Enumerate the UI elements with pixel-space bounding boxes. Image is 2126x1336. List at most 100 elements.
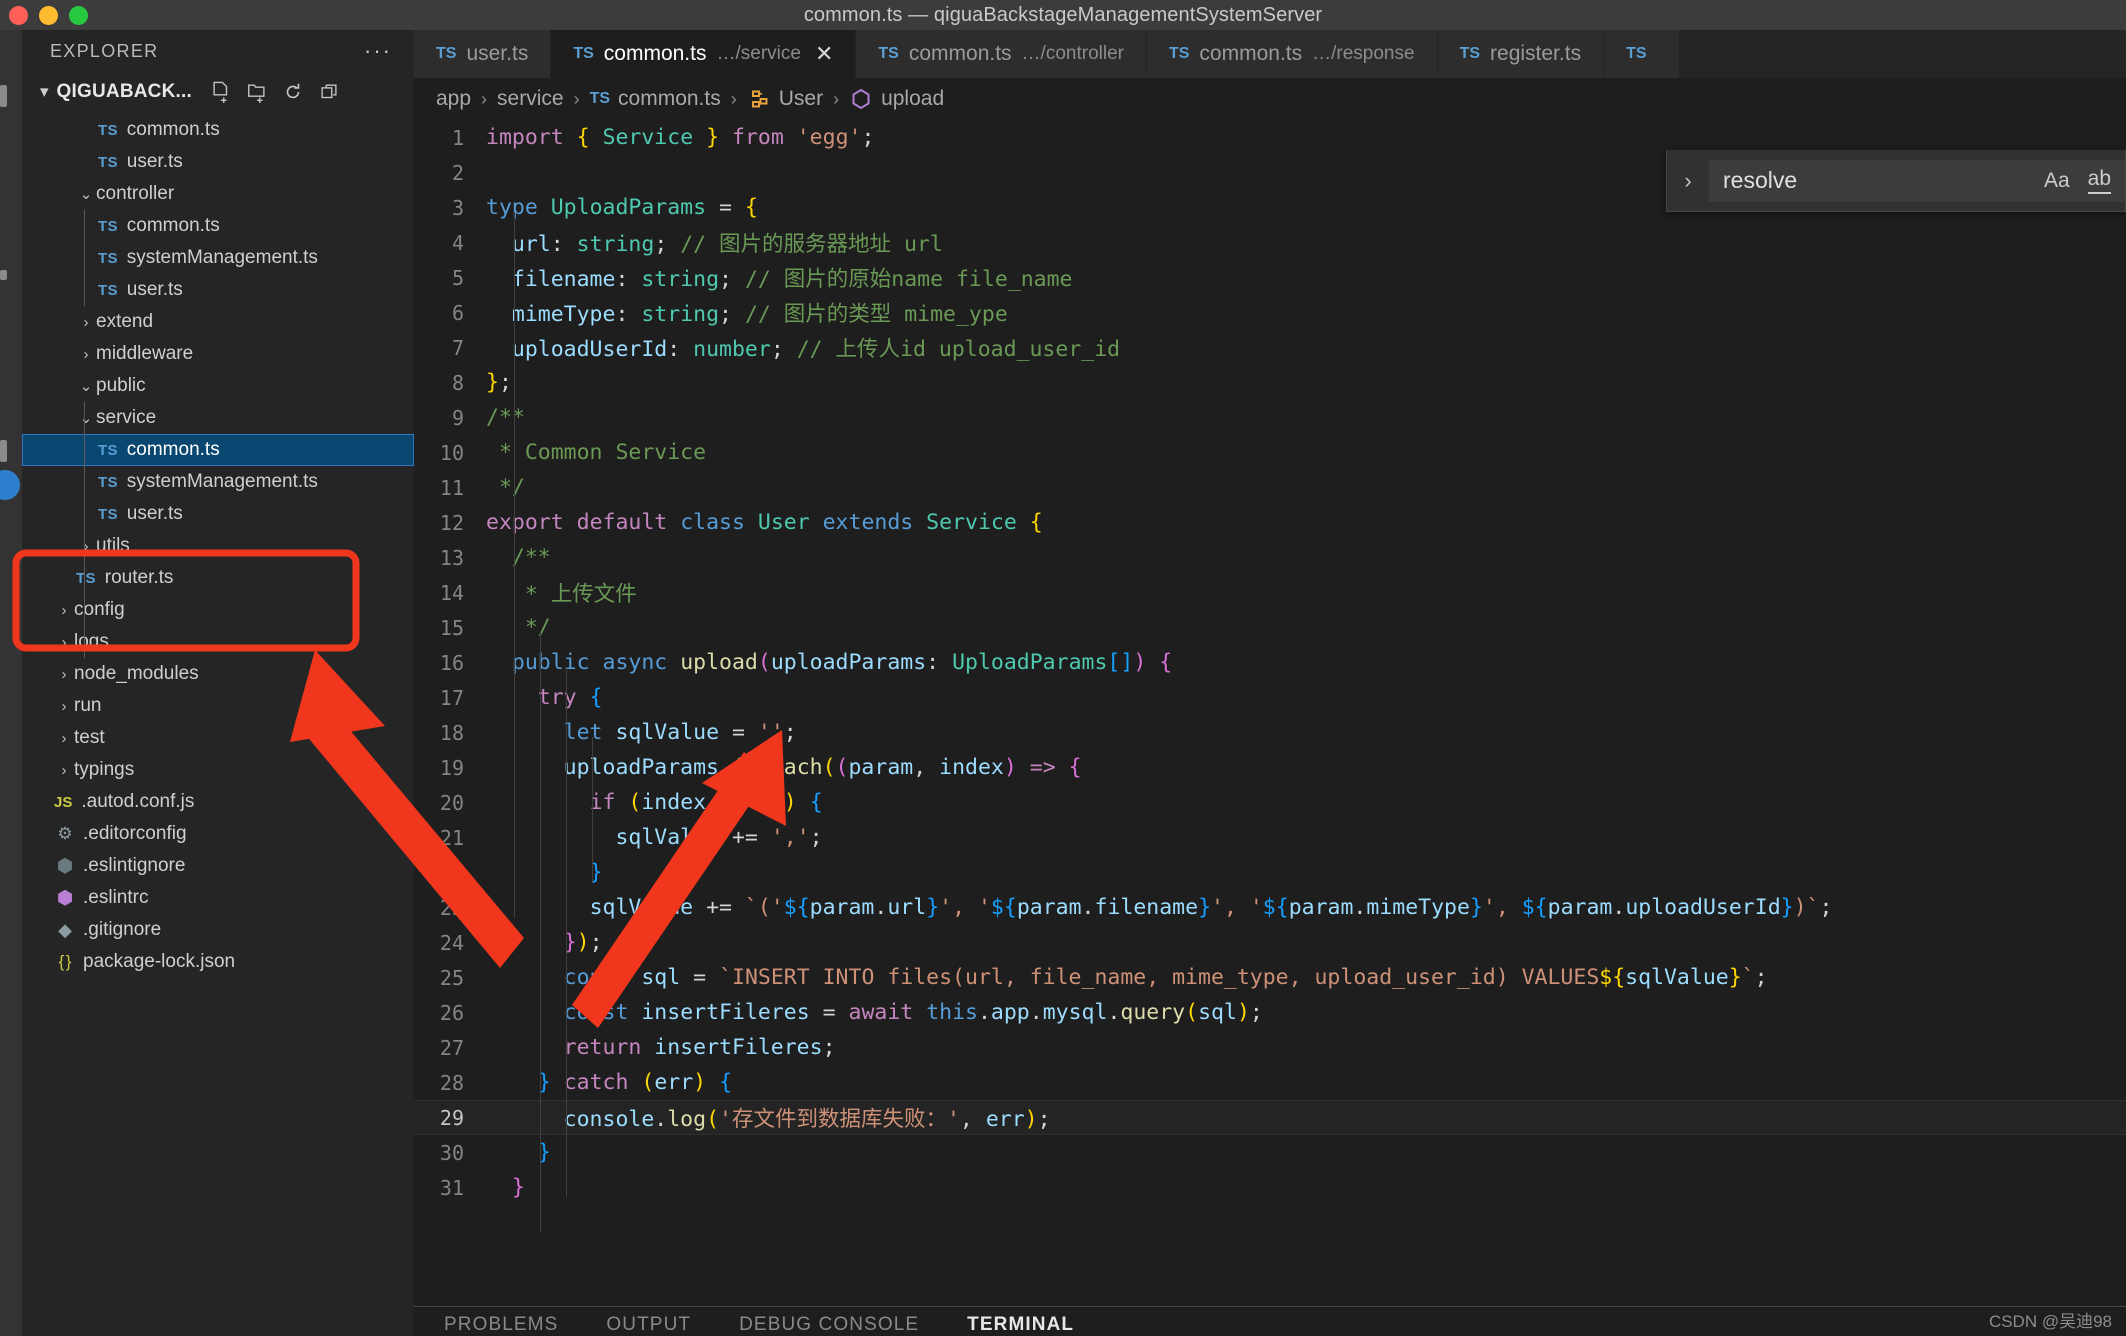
tree-folder-row[interactable]: › run [22,690,414,722]
tree-file-row[interactable]: TS systemManagement.ts [22,466,414,498]
code-line[interactable]: 10 * Common Service [414,435,2126,470]
code-editor[interactable]: 1 import { Service } from 'egg'; 2 3 type Up… [414,120,2126,1306]
tree-file-row[interactable]: TS user.ts [22,274,414,306]
code-line[interactable]: 14 * 上传文件 [414,575,2126,610]
code-line[interactable]: 11 */ [414,470,2126,505]
tree-file-row[interactable]: TS common.ts [22,114,414,146]
code-line[interactable]: 18 let sqlValue = ''; [414,715,2126,750]
chevron-down-icon[interactable]: ▾ [40,82,49,102]
tree-file-row[interactable]: { } package-lock.json [22,946,414,978]
code-line[interactable]: 9 /** [414,400,2126,435]
tree-folder-row[interactable]: ⌄ controller [22,178,414,210]
search-icon[interactable] [0,270,7,280]
find-input[interactable]: resolve Aa ab [1709,159,2125,202]
tree-folder-row[interactable]: › utils [22,530,414,562]
chevron-right-icon[interactable]: › [54,730,74,747]
tree-file-row[interactable]: TS common.ts [22,434,414,466]
tree-file-row[interactable]: ⬢ .eslintignore [22,850,414,882]
activity-bar[interactable] [0,30,22,1336]
breadcrumb[interactable]: app › service › TS common.ts › User › upload [414,78,2126,120]
code-content[interactable]: 1 import { Service } from 'egg'; 2 3 type Up… [414,120,2126,1232]
panel-tab[interactable]: TERMINAL [967,1314,1074,1336]
code-line[interactable]: 4 url: string; // 图片的服务器地址 url [414,225,2126,260]
breadcrumb-item[interactable]: User [747,87,823,111]
chevron-right-icon[interactable]: › [76,314,96,331]
chevron-right-icon[interactable]: › [54,602,74,619]
breadcrumb-item[interactable]: app [436,87,471,111]
source-control-icon[interactable] [0,440,7,462]
code-line[interactable]: 17 try { [414,680,2126,715]
chevron-right-icon[interactable]: › [54,666,74,683]
chevron-down-icon[interactable]: ⌄ [76,185,96,203]
code-line[interactable]: 21 sqlValue += ','; [414,820,2126,855]
breadcrumb-item[interactable]: upload [849,87,944,111]
new-file-icon[interactable] [210,81,232,103]
code-line[interactable]: 30 } [414,1135,2126,1170]
whole-word-icon[interactable]: ab [2087,167,2111,194]
code-line[interactable]: 29 console.log('存文件到数据库失败：', err); [414,1100,2126,1135]
code-line[interactable]: 31 } [414,1170,2126,1205]
chevron-down-icon[interactable]: ⌄ [76,377,96,395]
debug-icon[interactable] [0,470,20,500]
code-line[interactable]: 28 } catch (err) { [414,1065,2126,1100]
code-line[interactable]: 16 public async upload(uploadParams: Upl… [414,645,2126,680]
tree-folder-row[interactable]: › config [22,594,414,626]
tree-file-row[interactable]: TS user.ts [22,498,414,530]
editor-tab[interactable]: TS common.ts …/service ✕ [551,30,857,78]
code-line[interactable]: 22 } [414,855,2126,890]
code-line[interactable]: 12 export default class User extends Serv… [414,505,2126,540]
tree-file-row[interactable]: ⬢ .eslintrc [22,882,414,914]
editor-tab-bar[interactable]: TS user.ts TS common.ts …/service ✕ TS common.t… [414,30,2126,78]
tree-folder-row[interactable]: ⌄ public [22,370,414,402]
more-actions-icon[interactable]: ··· [364,40,392,62]
tree-file-row[interactable]: JS .autod.conf.js [22,786,414,818]
tree-file-row[interactable]: ⚙ .editorconfig [22,818,414,850]
chevron-right-icon[interactable]: › [76,346,96,363]
code-line[interactable]: 24 }); [414,925,2126,960]
explorer-icon[interactable] [0,85,7,107]
editor-tab[interactable]: TS register.ts [1437,30,1605,78]
code-line[interactable]: 27 return insertFileres; [414,1030,2126,1065]
editor-tab[interactable]: TS user.ts [414,30,552,78]
close-icon[interactable]: ✕ [815,41,833,67]
editor-tab[interactable]: TS common.ts …/response [1146,30,1438,78]
bottom-panel[interactable]: PROBLEMS OUTPUT DEBUG CONSOLE TERMINAL [414,1306,2126,1336]
code-line[interactable]: 25 const sql = `INSERT INTO files(url, f… [414,960,2126,995]
tree-file-row[interactable]: TS router.ts [22,562,414,594]
editor-tab[interactable]: TS common.ts …/controller [856,30,1147,78]
tree-folder-row[interactable]: › logs [22,626,414,658]
panel-tab[interactable]: DEBUG CONSOLE [739,1314,919,1336]
code-line[interactable]: 13 /** [414,540,2126,575]
tree-folder-row[interactable]: › middleware [22,338,414,370]
tree-file-row[interactable]: TS systemManagement.ts [22,242,414,274]
file-tree[interactable]: TS common.ts TS user.ts ⌄ controller TS common.… [22,114,414,1336]
code-line[interactable]: 26 const insertFileres = await this.app.… [414,995,2126,1030]
chevron-down-icon[interactable]: ⌄ [76,409,96,427]
chevron-right-icon[interactable]: › [54,698,74,715]
new-folder-icon[interactable] [246,81,268,103]
code-line[interactable]: 23 sqlValue += `('${param.url}', '${para… [414,890,2126,925]
code-line[interactable]: 7 uploadUserId: number; // 上传人id upload_… [414,330,2126,365]
tree-file-row[interactable]: TS user.ts [22,146,414,178]
tree-folder-row[interactable]: ⌄ service [22,402,414,434]
collapse-all-icon[interactable] [318,81,340,103]
code-line[interactable]: 5 filename: string; // 图片的原始name file_na… [414,260,2126,295]
toggle-replace-icon[interactable]: › [1667,168,1709,194]
code-line[interactable]: 20 if (index !== 0) { [414,785,2126,820]
tree-folder-row[interactable]: › test [22,722,414,754]
panel-tab[interactable]: OUTPUT [606,1314,691,1336]
editor-tab[interactable]: TS [1604,30,1680,78]
match-case-icon[interactable]: Aa [2044,169,2070,193]
tree-folder-row[interactable]: › extend [22,306,414,338]
code-line[interactable]: 19 uploadParams.forEach((param, index) =… [414,750,2126,785]
breadcrumb-item[interactable]: service [497,87,564,111]
tree-folder-row[interactable]: › node_modules [22,658,414,690]
find-widget[interactable]: › resolve Aa ab [1666,150,2126,212]
refresh-icon[interactable] [282,81,304,103]
breadcrumb-item[interactable]: TS common.ts [590,87,721,111]
code-line[interactable]: 6 mimeType: string; // 图片的类型 mime_ype [414,295,2126,330]
tree-folder-row[interactable]: › typings [22,754,414,786]
tree-file-row[interactable]: ◆ .gitignore [22,914,414,946]
tree-file-row[interactable]: TS common.ts [22,210,414,242]
chevron-right-icon[interactable]: › [54,634,74,651]
